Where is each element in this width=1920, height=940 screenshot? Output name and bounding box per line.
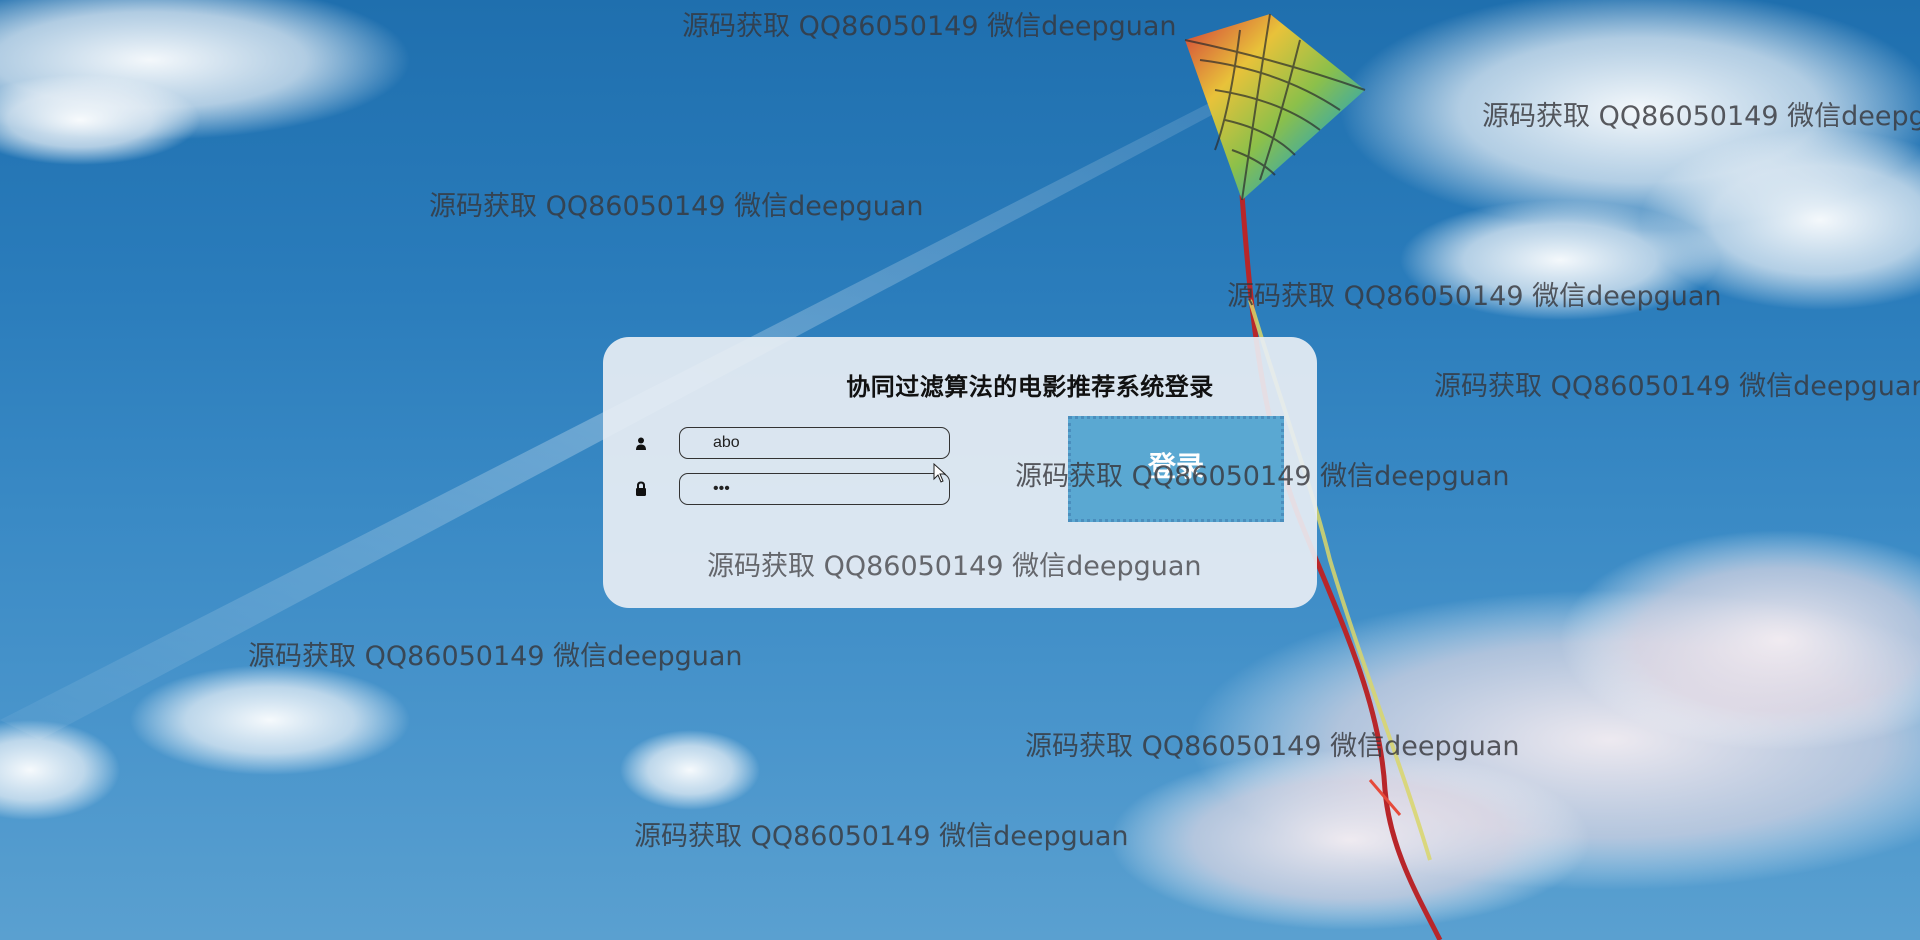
password-input[interactable] [679,473,950,505]
login-button[interactable]: 登录 [1068,416,1284,522]
login-card: 协同过滤算法的电影推荐系统登录 登录 源码获取 QQ86050149 微信dee… [603,337,1510,608]
login-title: 协同过滤算法的电影推荐系统登录 [846,373,1214,401]
mouse-cursor-icon [933,463,947,483]
username-input[interactable] [679,427,950,459]
login-button-label: 登录 [1147,450,1204,483]
page-background: 源码获取 QQ86050149 微信deepguan 源码获取 QQ860501… [0,0,1920,940]
lock-icon [636,481,646,496]
user-icon [636,437,646,450]
watermark-text: 源码获取 QQ86050149 微信deepguan [707,551,1202,582]
